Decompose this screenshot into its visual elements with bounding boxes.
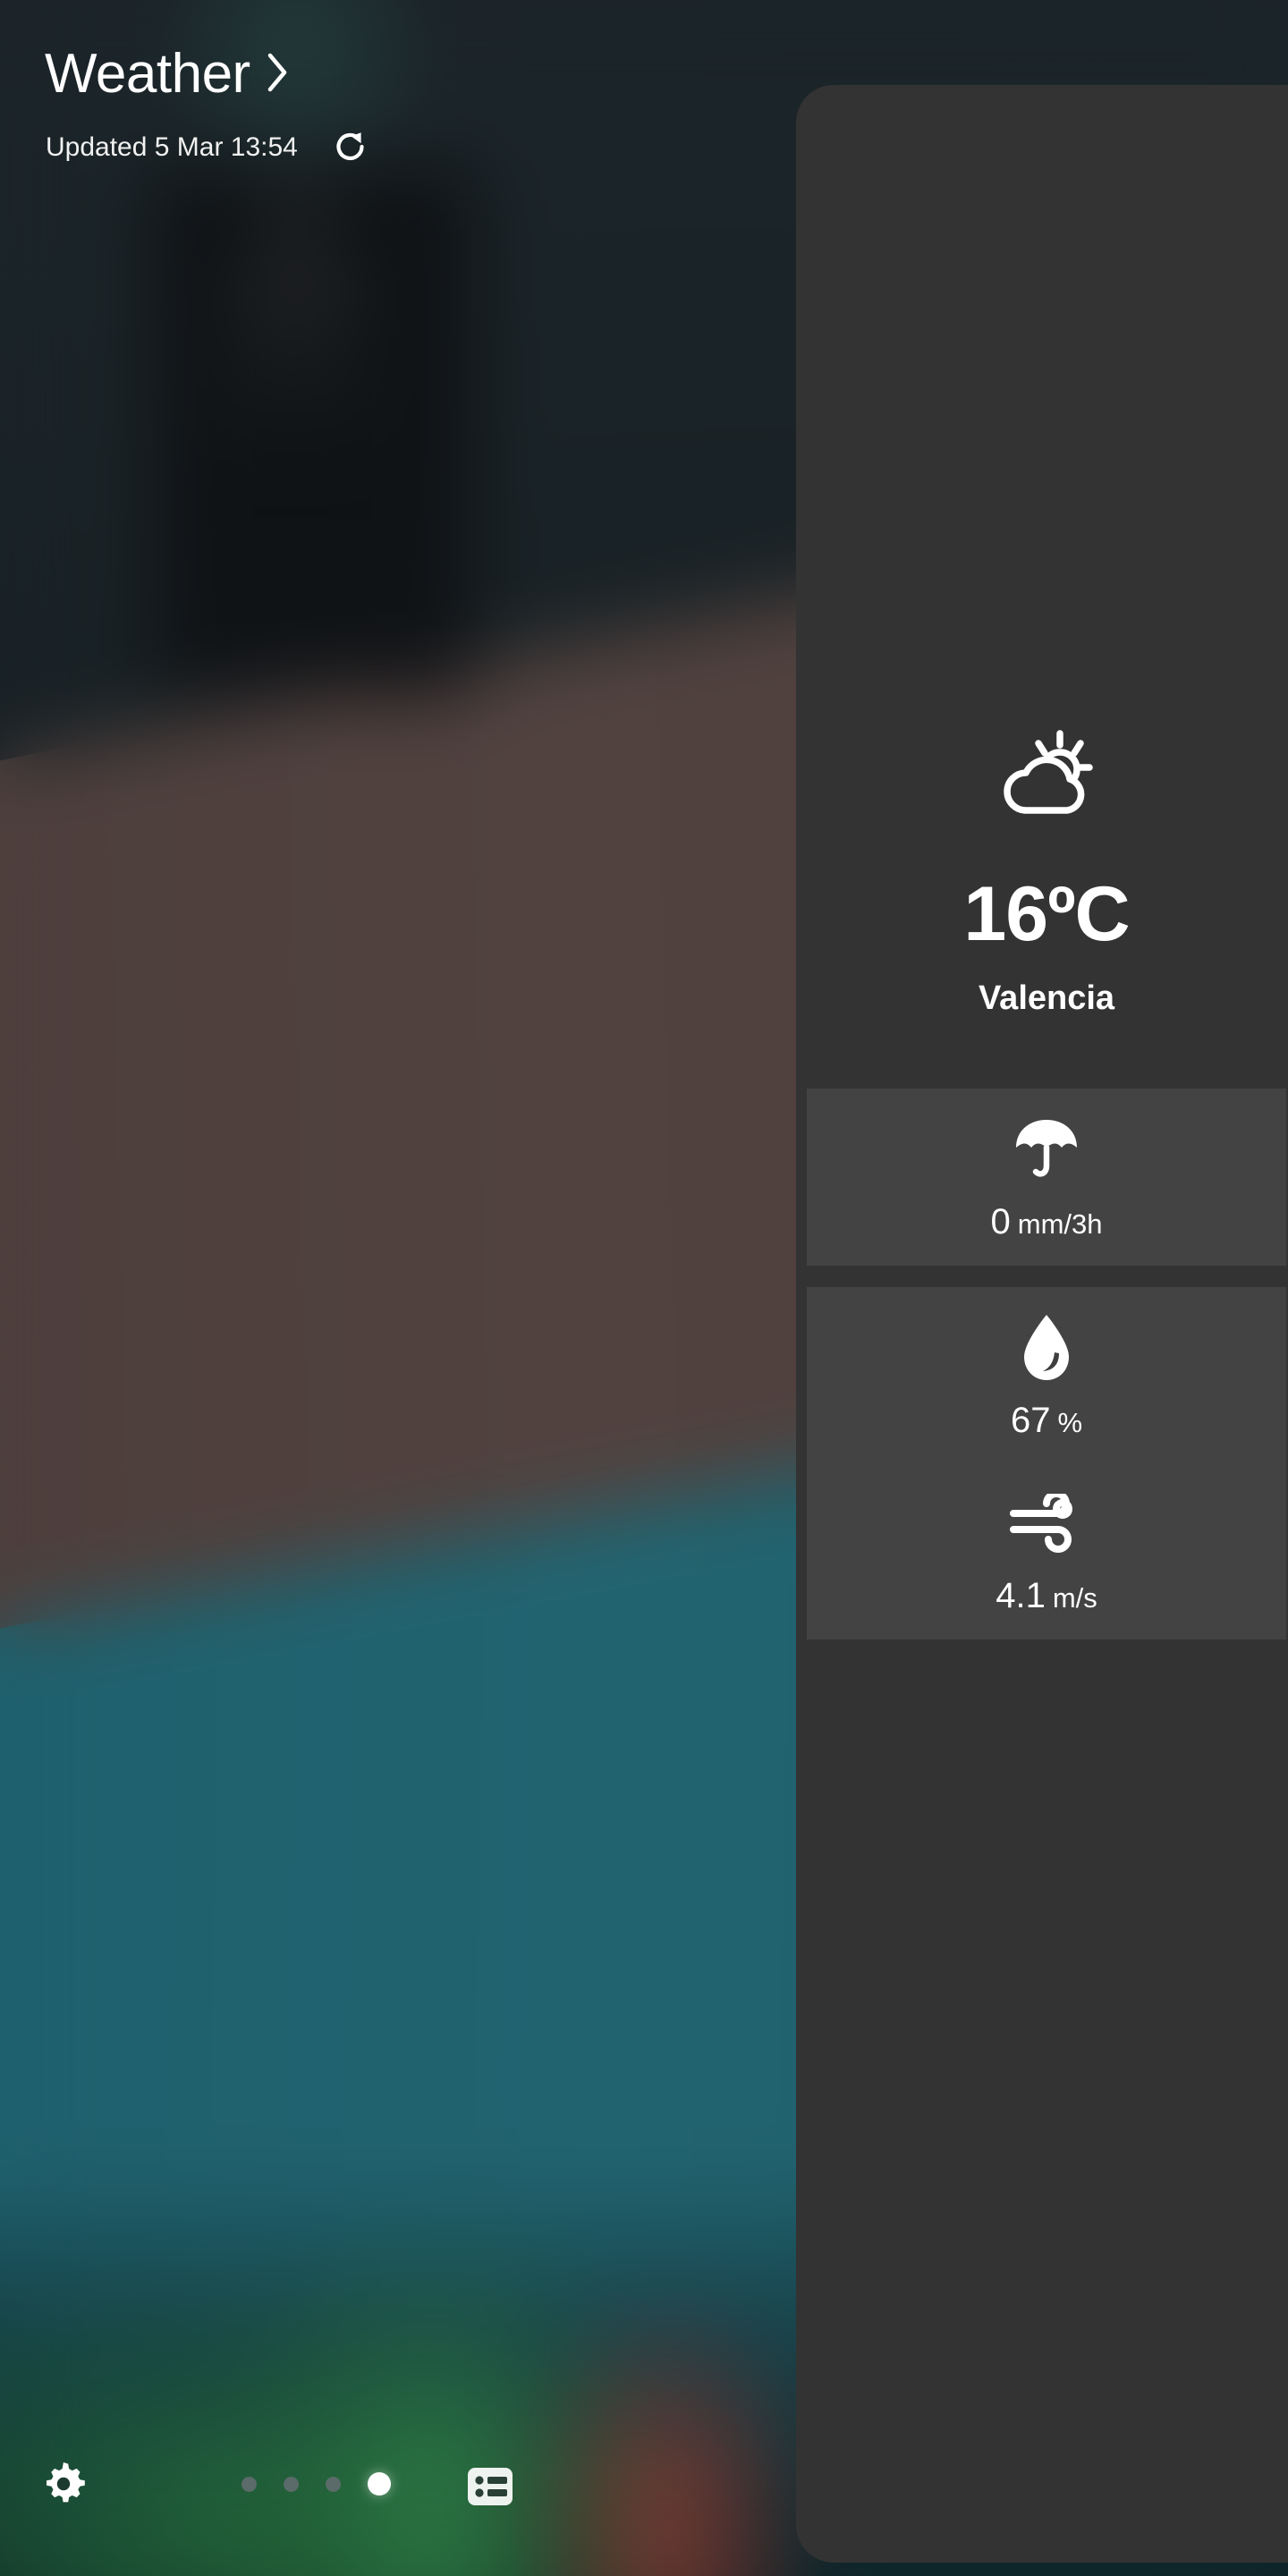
metric-value-humidity: 67% (1011, 1402, 1082, 1438)
weather-widget-panel[interactable]: 16ºC Valencia 0 mm/3h 67% 4.1 m/s (796, 85, 1288, 2563)
humidity-unit: % (1057, 1407, 1083, 1438)
metric-card-humidity[interactable]: 67% (807, 1287, 1286, 1464)
wind-icon (1008, 1488, 1085, 1558)
refresh-icon[interactable] (330, 126, 371, 167)
current-temperature: 16ºC (963, 871, 1130, 957)
precipitation-number: 0 (990, 1202, 1011, 1241)
app-list-icon[interactable] (465, 2462, 515, 2512)
updated-status-row: Updated 5 Mar 13:54 (46, 128, 371, 167)
weather-hero-section: 16ºC Valencia (796, 85, 1288, 1087)
metric-card-wind[interactable]: 4.1 m/s (807, 1462, 1286, 1640)
bottom-dock (0, 2415, 796, 2576)
weather-app-link[interactable]: Weather (45, 47, 290, 102)
page-dot-3[interactable] (326, 2476, 341, 2492)
page-indicator (242, 2469, 391, 2499)
humidity-number: 67 (1010, 1401, 1051, 1440)
umbrella-icon (1012, 1114, 1081, 1184)
metric-value-precipitation: 0 mm/3h (991, 1204, 1103, 1240)
page-dot-4[interactable] (368, 2472, 391, 2496)
metric-card-precipitation[interactable]: 0 mm/3h (807, 1089, 1286, 1266)
precipitation-unit: mm/3h (1017, 1208, 1103, 1240)
updated-timestamp: Updated 5 Mar 13:54 (46, 132, 298, 162)
gear-icon[interactable] (38, 2458, 89, 2510)
page-dot-2[interactable] (284, 2476, 299, 2492)
city-name: Valencia (978, 979, 1115, 1017)
wind-number: 4.1 (996, 1576, 1046, 1615)
page-title: Weather (45, 43, 250, 105)
wind-unit: m/s (1052, 1582, 1097, 1614)
chevron-right-icon (267, 52, 290, 97)
page-dot-1[interactable] (242, 2476, 257, 2492)
water-drop-icon (1018, 1313, 1075, 1383)
metric-value-wind: 4.1 m/s (996, 1578, 1097, 1614)
partly-cloudy-icon (996, 728, 1097, 826)
